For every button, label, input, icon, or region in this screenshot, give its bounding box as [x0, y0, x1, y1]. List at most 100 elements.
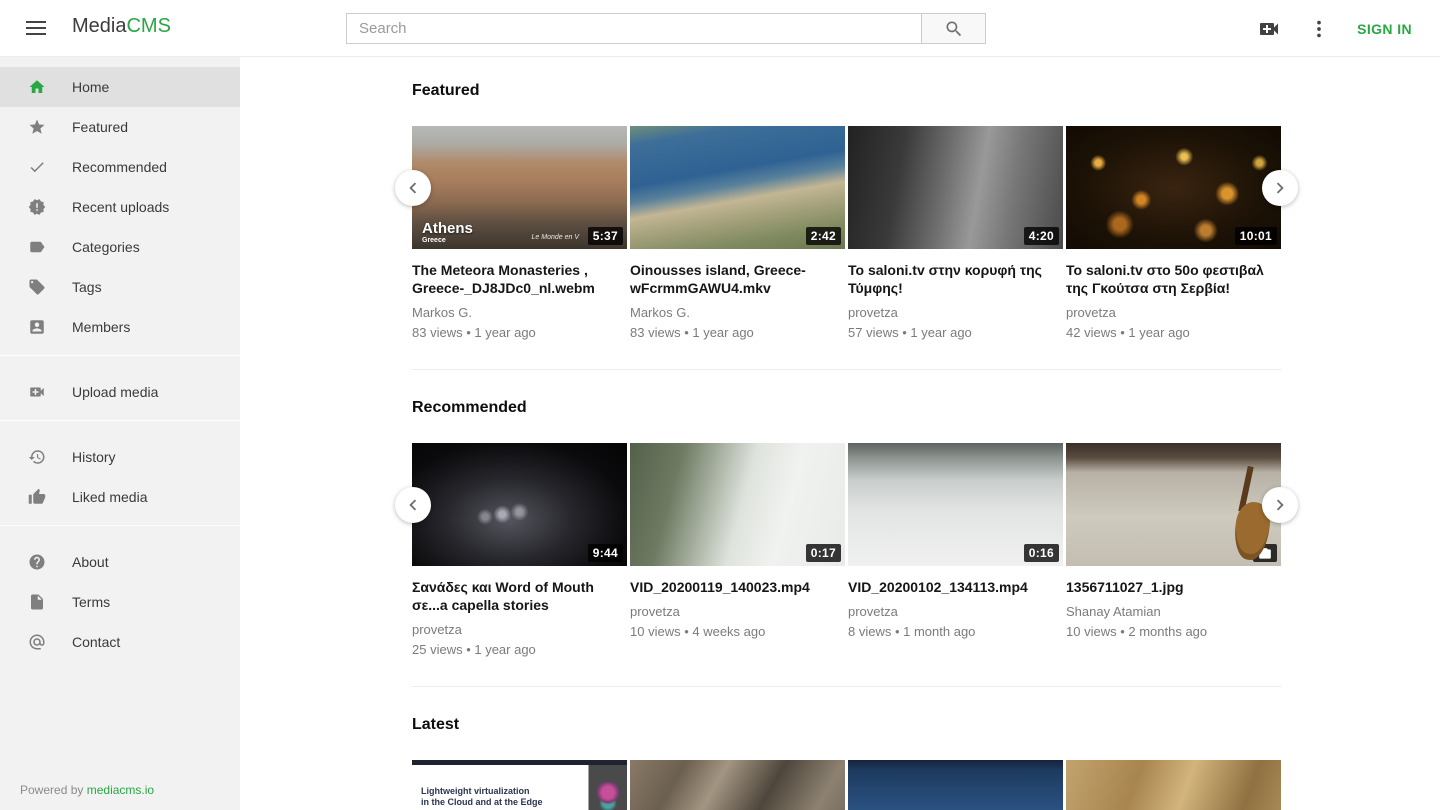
sidebar-item-label: Liked media	[72, 489, 148, 505]
media-card: Lightweight virtualization in the Cloud …	[412, 760, 627, 810]
carousel-prev-button[interactable]	[395, 170, 431, 206]
section-recommended: Recommended 9:44 Σανάδες και Word of Mou…	[412, 370, 1281, 687]
video-author[interactable]: provetza	[1066, 305, 1281, 320]
at-icon	[28, 633, 46, 651]
chevron-left-icon	[402, 177, 424, 199]
menu-icon[interactable]	[26, 21, 46, 35]
sidebar-item-label: Recommended	[72, 159, 167, 175]
video-meta: 57 views • 1 year ago	[848, 325, 1063, 340]
video-author[interactable]: provetza	[848, 604, 1063, 619]
duration-badge: 10:01	[1235, 227, 1277, 245]
home-icon	[28, 78, 46, 96]
media-card: 0:16 VID_20200102_134113.mp4 provetza 8 …	[848, 443, 1063, 657]
sidebar-item-featured[interactable]: Featured	[0, 107, 240, 147]
video-author[interactable]: Markos G.	[630, 305, 845, 320]
video-thumbnail[interactable]: 0:16	[848, 443, 1063, 566]
sidebar-item-categories[interactable]: Categories	[0, 227, 240, 267]
chevron-right-icon	[1269, 494, 1291, 516]
logo-media: Media	[72, 15, 126, 37]
video-thumbnail[interactable]	[630, 760, 845, 810]
video-thumbnail[interactable]: 9:44	[412, 443, 627, 566]
video-title[interactable]: Oinousses island, Greece-wFcrmmGAWU4.mkv	[630, 261, 845, 297]
more-options-button[interactable]	[1308, 18, 1330, 40]
carousel-next-button[interactable]	[1262, 487, 1298, 523]
video-meta: 8 views • 1 month ago	[848, 624, 1063, 639]
video-thumbnail[interactable]	[848, 760, 1063, 810]
upload-media-button[interactable]	[1257, 17, 1281, 41]
sidebar-divider	[0, 420, 240, 421]
sidebar-item-home[interactable]: Home	[0, 67, 240, 107]
sidebar-item-label: Contact	[72, 634, 120, 650]
video-thumbnail[interactable]	[1066, 760, 1281, 810]
search-icon	[944, 19, 964, 39]
section-title: Featured	[412, 82, 1281, 100]
duration-badge: 4:20	[1024, 227, 1059, 245]
video-thumbnail[interactable]: 0:17	[630, 443, 845, 566]
section-featured: Featured Athens Greece Le Monde en V 5:3…	[412, 57, 1281, 370]
video-title[interactable]: The Meteora Monasteries , Greece-_DJ8JDc…	[412, 261, 627, 297]
sidebar-item-label: Featured	[72, 119, 128, 135]
media-card	[848, 760, 1063, 810]
duration-badge: 9:44	[588, 544, 623, 562]
sidebar-item-contact[interactable]: Contact	[0, 622, 240, 662]
thumb-up-icon	[28, 488, 46, 506]
video-thumbnail[interactable]: 10:01	[1066, 126, 1281, 249]
video-author[interactable]: provetza	[848, 305, 1063, 320]
search-button[interactable]	[922, 13, 986, 44]
media-card: 10:01 Το saloni.tv στο 50ο φεστιβαλ της …	[1066, 126, 1281, 340]
thumbnail-watermark: Le Monde en V	[532, 234, 579, 241]
section-title: Recommended	[412, 399, 1281, 417]
carousel-prev-button[interactable]	[395, 487, 431, 523]
video-title[interactable]: Σανάδες και Word of Mouth σε...a capella…	[412, 578, 627, 614]
media-card: 2:42 Oinousses island, Greece-wFcrmmGAWU…	[630, 126, 845, 340]
sidebar-item-members[interactable]: Members	[0, 307, 240, 347]
video-title[interactable]: Το saloni.tv στην κορυφή της Τύμφης!	[848, 261, 1063, 297]
media-card: 0:17 VID_20200119_140023.mp4 provetza 10…	[630, 443, 845, 657]
photo-camera-icon	[1258, 547, 1272, 561]
chevron-left-icon	[402, 494, 424, 516]
search-bar	[346, 13, 986, 44]
video-title[interactable]: Το saloni.tv στο 50ο φεστιβαλ της Γκούτσ…	[1066, 261, 1281, 297]
video-meta: 83 views • 1 year ago	[630, 325, 845, 340]
video-author[interactable]: Markos G.	[412, 305, 627, 320]
image-thumbnail[interactable]	[1066, 443, 1281, 566]
header-actions: SIGN IN	[1257, 0, 1412, 57]
sidebar-divider	[0, 525, 240, 526]
sign-in-link[interactable]: SIGN IN	[1357, 21, 1412, 37]
video-thumbnail[interactable]: 2:42	[630, 126, 845, 249]
sidebar-item-label: Home	[72, 79, 109, 95]
sidebar-item-upload-media[interactable]: Upload media	[0, 372, 240, 412]
sidebar-item-tags[interactable]: Tags	[0, 267, 240, 307]
search-input[interactable]	[346, 13, 922, 44]
video-thumbnail[interactable]: Athens Greece Le Monde en V 5:37	[412, 126, 627, 249]
video-thumbnail[interactable]: 4:20	[848, 126, 1063, 249]
video-title[interactable]: VID_20200119_140023.mp4	[630, 578, 845, 596]
video-meta: 25 views • 1 year ago	[412, 642, 627, 657]
video-meta: 83 views • 1 year ago	[412, 325, 627, 340]
media-card	[630, 760, 845, 810]
video-author[interactable]: provetza	[630, 604, 845, 619]
mediacms-link[interactable]: mediacms.io	[87, 783, 154, 797]
duration-badge: 5:37	[588, 227, 623, 245]
video-title[interactable]: 1356711027_1.jpg	[1066, 578, 1281, 596]
sidebar-item-history[interactable]: History	[0, 437, 240, 477]
history-icon	[28, 448, 46, 466]
logo-cms: CMS	[126, 15, 170, 37]
sidebar-item-label: Recent uploads	[72, 199, 169, 215]
sidebar-item-recent-uploads[interactable]: Recent uploads	[0, 187, 240, 227]
video-author[interactable]: Shanay Atamian	[1066, 604, 1281, 619]
sidebar-item-recommended[interactable]: Recommended	[0, 147, 240, 187]
video-thumbnail[interactable]: Lightweight virtualization in the Cloud …	[412, 760, 627, 810]
sidebar-item-terms[interactable]: Terms	[0, 582, 240, 622]
sidebar-item-about[interactable]: About	[0, 542, 240, 582]
carousel-next-button[interactable]	[1262, 170, 1298, 206]
video-meta: 42 views • 1 year ago	[1066, 325, 1281, 340]
video-title[interactable]: VID_20200102_134113.mp4	[848, 578, 1063, 596]
more-vert-icon	[1308, 18, 1330, 40]
sidebar-item-label: Terms	[72, 594, 110, 610]
section-title: Latest	[412, 716, 1281, 734]
sidebar-item-liked-media[interactable]: Liked media	[0, 477, 240, 517]
logo[interactable]: MediaCMS	[72, 15, 171, 38]
video-author[interactable]: provetza	[412, 622, 627, 637]
main-content: Featured Athens Greece Le Monde en V 5:3…	[240, 57, 1440, 810]
